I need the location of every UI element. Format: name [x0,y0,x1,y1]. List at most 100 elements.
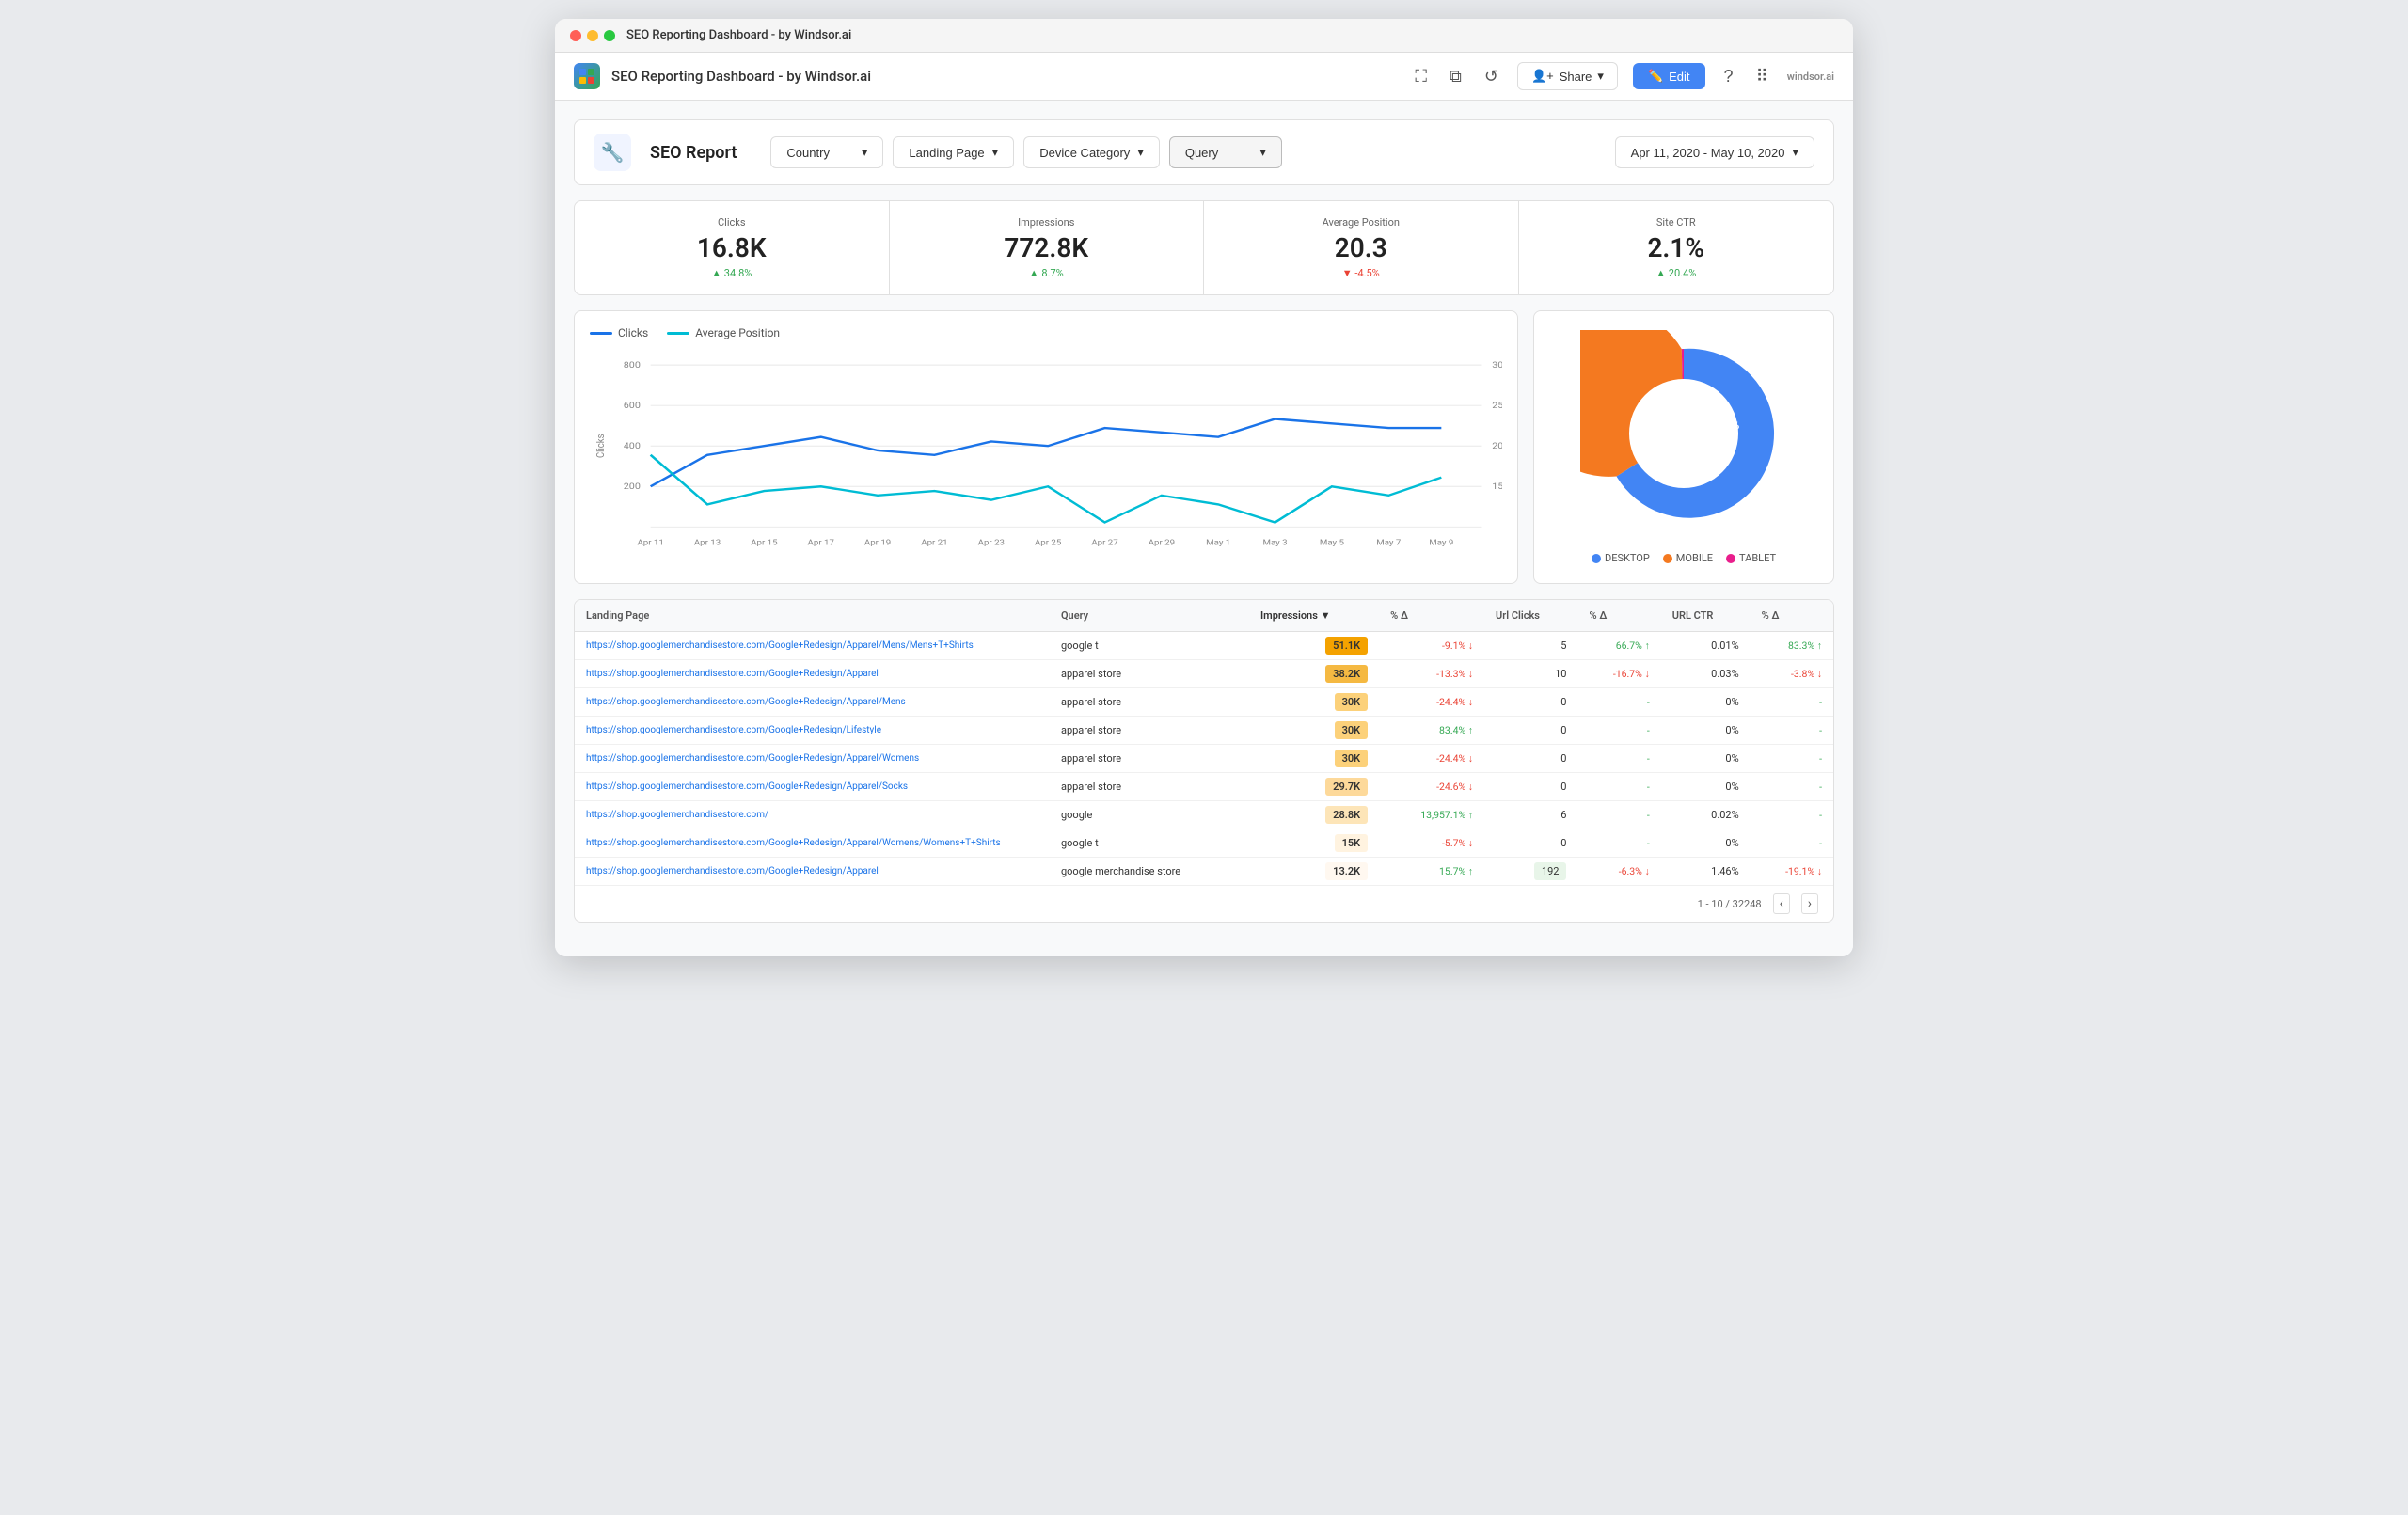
col-url-ctr[interactable]: URL CTR [1661,600,1751,632]
cell-url-clicks-pct: -16.7% ↓ [1577,660,1660,688]
cell-url-ctr: 0.03% [1661,660,1751,688]
col-url-clicks[interactable]: Url Clicks [1484,600,1577,632]
cell-query: apparel store [1050,773,1249,801]
cell-url-clicks-pct: - [1577,688,1660,717]
kpi-impressions: Impressions 772.8K ▲ 8.7% [890,201,1205,294]
svg-text:15: 15 [1492,482,1502,492]
legend-desktop-dot [1592,554,1601,563]
share-chevron-icon: ▾ [1597,69,1604,84]
cell-url-clicks: 0 [1484,688,1577,717]
svg-text:May 5: May 5 [1320,538,1344,547]
cell-url-ctr-pct: 83.3% ↑ [1751,632,1833,660]
filter-device-category[interactable]: Device Category ▾ [1023,136,1160,168]
pagination-info: 1 - 10 / 32248 [1698,898,1762,910]
cell-url-ctr: 0% [1661,688,1751,717]
fullscreen-button[interactable]: ⛶ [1411,63,1431,90]
traffic-lights [570,30,615,41]
svg-text:Apr 13: Apr 13 [694,538,721,547]
cell-impressions-pct: 13,957.1% ↑ [1379,801,1484,829]
windsor-label: windsor.ai [1787,71,1834,83]
cell-url-clicks: 0 [1484,745,1577,773]
line-chart: 800 600 400 200 Clicks 30 25 20 15 [590,347,1502,554]
svg-text:Apr 11: Apr 11 [638,538,664,547]
donut-chart-svg: 45.1% 52.2% [1580,330,1787,537]
cell-url-ctr-pct: - [1751,745,1833,773]
edit-button[interactable]: ✏️ Edit [1633,63,1705,89]
svg-text:Apr 25: Apr 25 [1035,538,1061,547]
legend-avgpos: Average Position [667,326,780,339]
logo-icon [578,68,595,85]
pagination-prev[interactable]: ‹ [1773,893,1790,914]
kpi-impressions-label: Impressions [909,216,1185,229]
cell-impressions-pct: -24.4% ↓ [1379,745,1484,773]
cell-url-ctr: 0% [1661,773,1751,801]
charts-row: Clicks Average Position [574,310,1834,584]
filter-landing-page[interactable]: Landing Page ▾ [893,136,1014,168]
table-row: https://shop.googlemerchandisestore.com/… [575,632,1833,660]
main-content: 🔧 SEO Report Country ▾ Landing Page ▾ De… [555,101,1853,956]
svg-text:Apr 21: Apr 21 [921,538,947,547]
kpi-clicks-label: Clicks [594,216,870,229]
top-nav: SEO Reporting Dashboard - by Windsor.ai … [555,53,1853,101]
svg-text:600: 600 [624,402,641,411]
svg-text:May 3: May 3 [1263,538,1288,547]
cell-impressions: 13.2K [1249,858,1379,886]
share-button[interactable]: 👤+ Share ▾ [1517,62,1618,90]
table-row: https://shop.googlemerchandisestore.com/… [575,829,1833,858]
cell-url-ctr: 0.02% [1661,801,1751,829]
donut-legend: DESKTOP MOBILE TABLET [1592,552,1776,564]
cell-query: google [1050,801,1249,829]
dashboard-header: 🔧 SEO Report Country ▾ Landing Page ▾ De… [574,119,1834,185]
cell-url-clicks: 0 [1484,829,1577,858]
nav-right: ⛶ ⧉ ↺ 👤+ Share ▾ ✏️ Edit ? ⠿ windsor.ai [1411,62,1834,90]
legend-desktop: DESKTOP [1592,552,1650,564]
minimize-button[interactable] [587,30,598,41]
date-range-chevron: ▾ [1792,145,1798,160]
legend-clicks: Clicks [590,326,648,339]
svg-text:May 1: May 1 [1206,538,1230,547]
cell-impressions-pct: 15.7% ↑ [1379,858,1484,886]
col-impressions[interactable]: Impressions ▼ [1249,600,1379,632]
filter-query[interactable]: Query ▾ [1169,136,1282,168]
cell-url-clicks: 6 [1484,801,1577,829]
cell-url-ctr-pct: -3.8% ↓ [1751,660,1833,688]
line-chart-container: Clicks Average Position [574,310,1518,584]
cell-query: apparel store [1050,717,1249,745]
cell-query: apparel store [1050,660,1249,688]
cell-impressions: 29.7K [1249,773,1379,801]
filter-row: Country ▾ Landing Page ▾ Device Category… [770,136,1814,168]
close-button[interactable] [570,30,581,41]
pagination-next[interactable]: › [1801,893,1818,914]
svg-text:Apr 29: Apr 29 [1149,538,1175,547]
cell-landing-page: https://shop.googlemerchandisestore.com/… [575,688,1050,717]
data-table-container: Landing Page Query Impressions ▼ % Δ Url… [574,599,1834,923]
legend-avgpos-line [667,332,689,335]
table-body: https://shop.googlemerchandisestore.com/… [575,632,1833,886]
help-button[interactable]: ? [1720,63,1737,90]
donut-chart-container: 45.1% 52.2% DESKTOP MOBILE TABLET [1533,310,1834,584]
kpi-row: Clicks 16.8K ▲ 34.8% Impressions 772.8K … [574,200,1834,295]
cell-url-clicks-pct: -6.3% ↓ [1577,858,1660,886]
apps-button[interactable]: ⠿ [1752,63,1772,90]
kpi-avg-position-value: 20.3 [1223,232,1499,263]
table-row: https://shop.googlemerchandisestore.com/… [575,717,1833,745]
table-row: https://shop.googlemerchandisestore.com/… [575,801,1833,829]
refresh-button[interactable]: ↺ [1481,63,1502,90]
cell-url-clicks: 5 [1484,632,1577,660]
filter-country[interactable]: Country ▾ [770,136,883,168]
cell-impressions: 38.2K [1249,660,1379,688]
maximize-button[interactable] [604,30,615,41]
cell-url-ctr: 1.46% [1661,858,1751,886]
filter-landing-page-chevron: ▾ [992,145,999,160]
kpi-clicks: Clicks 16.8K ▲ 34.8% [575,201,890,294]
app-logo [574,63,600,89]
date-range-label: Apr 11, 2020 - May 10, 2020 [1631,146,1785,160]
svg-text:20: 20 [1492,442,1502,451]
legend-clicks-label: Clicks [618,326,648,339]
copy-button[interactable]: ⧉ [1446,63,1465,90]
kpi-clicks-value: 16.8K [594,232,870,263]
col-url-clicks-pct: % Δ [1577,600,1660,632]
filter-query-chevron: ▾ [1259,145,1266,160]
date-range-picker[interactable]: Apr 11, 2020 - May 10, 2020 ▾ [1615,136,1814,168]
chart-legend: Clicks Average Position [590,326,1502,339]
